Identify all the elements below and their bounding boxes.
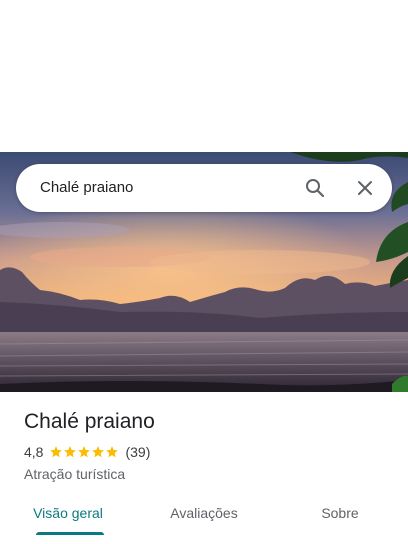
place-tabs: Visão geral Avaliações Sobre	[0, 496, 408, 544]
close-icon[interactable]	[353, 176, 377, 200]
active-tab-indicator	[36, 532, 104, 535]
search-bar[interactable]: Chalé praiano	[16, 164, 392, 212]
star-icon	[78, 446, 91, 458]
rating-row[interactable]: 4,8 (39)	[24, 442, 384, 462]
review-count[interactable]: (39)	[125, 444, 150, 460]
star-icon	[92, 446, 105, 458]
tab-about-label: Sobre	[321, 505, 359, 521]
star-icon	[64, 446, 77, 458]
tab-reviews[interactable]: Avaliações	[136, 496, 272, 544]
rating-stars	[49, 445, 119, 459]
rating-value: 4,8	[24, 444, 44, 460]
star-icon	[106, 446, 119, 458]
place-title: Chalé praiano	[24, 410, 155, 433]
top-blank-area	[0, 0, 408, 152]
search-query-text[interactable]: Chalé praiano	[40, 164, 133, 212]
tab-about[interactable]: Sobre	[272, 496, 408, 544]
place-category: Atração turística	[24, 466, 126, 482]
tab-overview-label: Visão geral	[33, 505, 103, 521]
star-icon	[50, 446, 63, 458]
tab-reviews-label: Avaliações	[170, 505, 238, 521]
search-icon[interactable]	[303, 176, 327, 200]
tab-overview[interactable]: Visão geral	[0, 496, 136, 544]
place-info: Chalé praiano 4,8 (39) Atração turística	[24, 408, 384, 484]
